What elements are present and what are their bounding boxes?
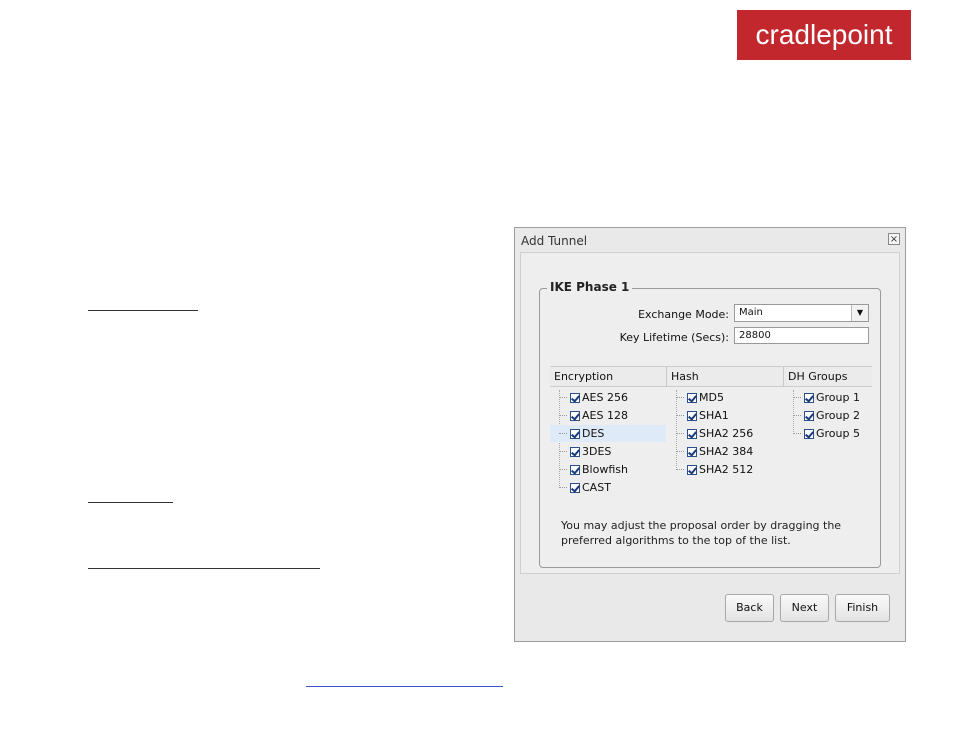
dh-group-item[interactable]: Group 5 <box>793 425 873 442</box>
hash-column-header[interactable]: Hash <box>667 366 784 387</box>
back-button[interactable]: Back <box>725 594 774 622</box>
checkbox-checked-icon[interactable] <box>570 482 580 493</box>
checkbox-checked-icon[interactable] <box>687 446 697 457</box>
add-tunnel-dialog: Add Tunnel × IKE Phase 1 Exchange Mode: … <box>514 227 906 642</box>
encryption-item[interactable]: AES 256 <box>559 389 659 406</box>
checkbox-checked-icon[interactable] <box>687 464 697 475</box>
hash-item[interactable]: SHA2 512 <box>676 461 776 478</box>
checkbox-checked-icon[interactable] <box>804 410 814 421</box>
hash-item[interactable]: MD5 <box>676 389 776 406</box>
checkbox-checked-icon[interactable] <box>687 392 697 403</box>
key-lifetime-input[interactable]: 28800 <box>734 327 869 344</box>
finish-button[interactable]: Finish <box>835 594 890 622</box>
checkbox-checked-icon[interactable] <box>570 428 580 439</box>
checkbox-checked-icon[interactable] <box>687 410 697 421</box>
checkbox-checked-icon[interactable] <box>804 428 814 439</box>
encryption-column-header[interactable]: Encryption <box>550 366 667 387</box>
checkbox-checked-icon[interactable] <box>804 392 814 403</box>
checkbox-checked-icon[interactable] <box>687 428 697 439</box>
ike-phase-1-title: IKE Phase 1 <box>547 280 633 294</box>
cradlepoint-logo: cradlepoint <box>737 10 911 60</box>
hash-item[interactable]: SHA1 <box>676 407 776 424</box>
hash-item[interactable]: SHA2 384 <box>676 443 776 460</box>
checkbox-checked-icon[interactable] <box>570 392 580 403</box>
dh-group-item[interactable]: Group 1 <box>793 389 873 406</box>
doc-underline-2 <box>88 502 173 503</box>
checkbox-checked-icon[interactable] <box>570 410 580 421</box>
doc-underline-3 <box>88 568 320 569</box>
checkbox-checked-icon[interactable] <box>570 446 580 457</box>
checkbox-checked-icon[interactable] <box>570 464 580 475</box>
key-lifetime-label: Key Lifetime (Secs): <box>619 331 729 344</box>
proposal-order-hint: You may adjust the proposal order by dra… <box>561 519 842 547</box>
hash-item[interactable]: SHA2 256 <box>676 425 776 442</box>
dh-group-item[interactable]: Group 2 <box>793 407 873 424</box>
encryption-item[interactable]: Blowfish <box>559 461 659 478</box>
chevron-down-icon[interactable]: ▼ <box>851 305 868 321</box>
encryption-item[interactable]: 3DES <box>559 443 659 460</box>
exchange-mode-value: Main <box>739 307 763 318</box>
doc-underline-1 <box>88 310 198 311</box>
dh-groups-column-header[interactable]: DH Groups <box>784 366 872 387</box>
next-button[interactable]: Next <box>780 594 829 622</box>
close-icon[interactable]: × <box>888 233 900 245</box>
encryption-item[interactable]: AES 128 <box>559 407 659 424</box>
exchange-mode-select[interactable]: Main ▼ <box>734 304 869 322</box>
exchange-mode-label: Exchange Mode: <box>638 308 729 321</box>
encryption-item[interactable]: CAST <box>559 479 659 496</box>
encryption-item-selected[interactable]: DES <box>550 425 666 442</box>
dialog-title: Add Tunnel <box>521 234 588 248</box>
doc-link-underline <box>306 686 503 687</box>
